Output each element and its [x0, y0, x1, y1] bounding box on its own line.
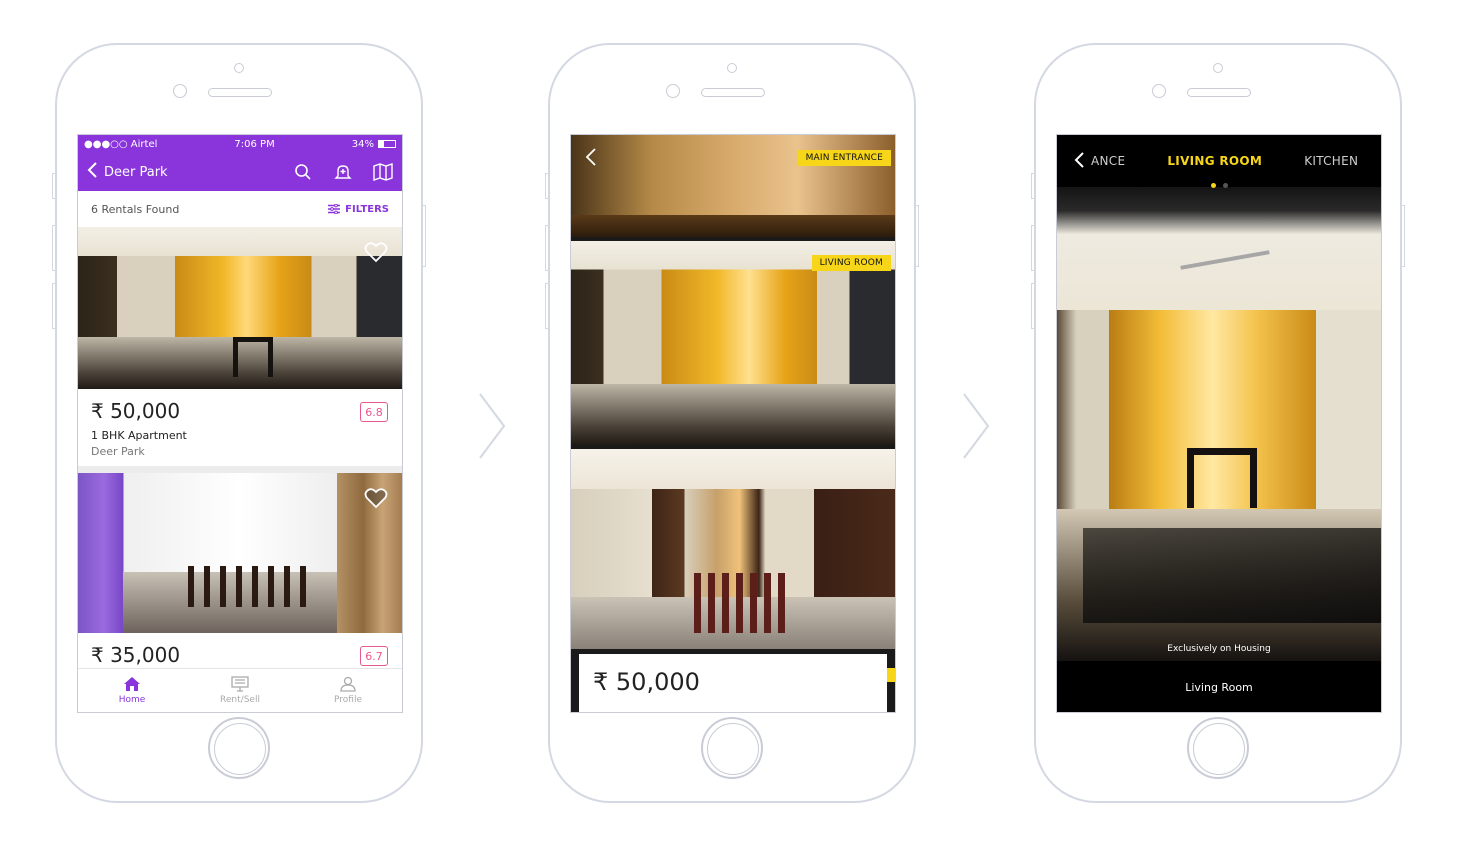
home-button[interactable] — [1187, 717, 1249, 779]
room-tabs: ANCE LIVING ROOM KITCHEN — [1057, 135, 1381, 187]
search-results-screen: ●●●○○ Airtel 7:06 PM 34% Deer Park 6 Ren… — [77, 134, 403, 713]
back-icon[interactable] — [585, 147, 597, 171]
photo-viewer-screen: ANCE LIVING ROOM KITCHEN Exclusively on … — [1056, 134, 1382, 713]
search-icon[interactable] — [292, 161, 314, 183]
tab-rent-sell-label: Rent/Sell — [220, 695, 260, 705]
page-dot — [1222, 183, 1228, 188]
rent-sell-icon — [231, 676, 249, 692]
tab-profile[interactable]: Profile — [294, 669, 402, 712]
listing-price: ₹ 35,000 — [91, 643, 181, 667]
tab-living-room[interactable]: LIVING ROOM — [1167, 154, 1262, 168]
profile-icon — [340, 676, 356, 692]
room-tag: LIVING ROOM — [811, 255, 891, 271]
map-icon[interactable] — [372, 161, 394, 183]
listing-photo[interactable] — [78, 473, 402, 633]
results-count: 6 Rentals Found — [91, 202, 180, 216]
tab-kitchen[interactable]: KITCHEN — [1304, 154, 1358, 168]
next-arrow-icon — [479, 393, 506, 459]
home-icon — [124, 677, 140, 691]
battery-icon — [377, 140, 396, 148]
photo-caption: Living Room — [1185, 681, 1253, 694]
listing-card[interactable]: ₹ 50,000 1 BHK Apartment Deer Park 6.8 — [78, 227, 402, 466]
status-bar: ●●●○○ Airtel 7:06 PM 34% — [78, 135, 402, 153]
home-button[interactable] — [208, 717, 270, 779]
listing-location: Deer Park — [91, 445, 145, 458]
nav-bar: Deer Park — [78, 153, 402, 191]
carrier-label: ●●●○○ Airtel — [84, 138, 158, 150]
living-room-photo[interactable]: LIVING ROOM — [571, 241, 895, 445]
listing-type: 1 BHK Apartment — [91, 429, 187, 442]
alert-bell-icon[interactable] — [332, 161, 354, 183]
phone-frame-2: MAIN ENTRANCE LIVING ROOM ₹ 50,000 — [545, 43, 919, 803]
battery-label: 34% — [351, 138, 374, 150]
tab-home[interactable]: Home — [78, 669, 186, 712]
tab-entrance[interactable]: ANCE — [1091, 154, 1125, 168]
page-dot — [1210, 183, 1216, 188]
results-bar: 6 Rentals Found FILTERS — [78, 191, 402, 227]
top-bar: ●●●○○ Airtel 7:06 PM 34% Deer Park — [78, 135, 402, 191]
filters-label: FILTERS — [345, 203, 389, 215]
home-button[interactable] — [701, 717, 763, 779]
listing-card[interactable]: ₹ 35,000 6.7 — [78, 473, 402, 675]
next-arrow-icon — [963, 393, 990, 459]
back-icon[interactable] — [86, 161, 98, 183]
watermark-text: Exclusively on Housing — [1167, 644, 1271, 654]
bottom-tab-bar: Home Rent/Sell Profile — [78, 668, 402, 712]
divider — [78, 466, 402, 473]
filters-button[interactable]: FILTERS — [328, 204, 389, 215]
favorite-heart-icon[interactable] — [364, 241, 388, 267]
back-icon[interactable] — [1073, 151, 1085, 172]
filters-icon — [328, 204, 341, 214]
full-room-photo[interactable] — [1057, 187, 1381, 661]
listing-score-badge: 6.8 — [360, 402, 388, 422]
page-title: Deer Park — [104, 164, 168, 180]
tab-profile-label: Profile — [334, 695, 362, 705]
flow-stage: ●●●○○ Airtel 7:06 PM 34% Deer Park 6 Ren… — [0, 0, 1460, 857]
entrance-photo[interactable]: MAIN ENTRANCE — [571, 135, 895, 237]
tab-rent-sell[interactable]: Rent/Sell — [186, 669, 294, 712]
listing-price: ₹ 50,000 — [91, 399, 181, 423]
favorite-heart-icon[interactable] — [364, 487, 388, 513]
listing-gallery-screen: MAIN ENTRANCE LIVING ROOM ₹ 50,000 — [570, 134, 896, 713]
tab-home-label: Home — [118, 695, 146, 705]
listing-photo[interactable] — [78, 227, 402, 389]
phone-frame-1: ●●●○○ Airtel 7:06 PM 34% Deer Park 6 Ren… — [52, 43, 426, 803]
phone-frame-3: ANCE LIVING ROOM KITCHEN Exclusively on … — [1031, 43, 1405, 803]
room-tag: MAIN ENTRANCE — [797, 150, 891, 166]
price-card: ₹ 50,000 — [579, 654, 887, 712]
clock-label: 7:06 PM — [234, 138, 275, 150]
listing-score-badge: 6.7 — [360, 646, 388, 666]
listing-info: ₹ 50,000 1 BHK Apartment Deer Park 6.8 — [78, 389, 402, 466]
dining-room-photo[interactable] — [571, 449, 895, 649]
page-indicator — [1057, 183, 1381, 188]
